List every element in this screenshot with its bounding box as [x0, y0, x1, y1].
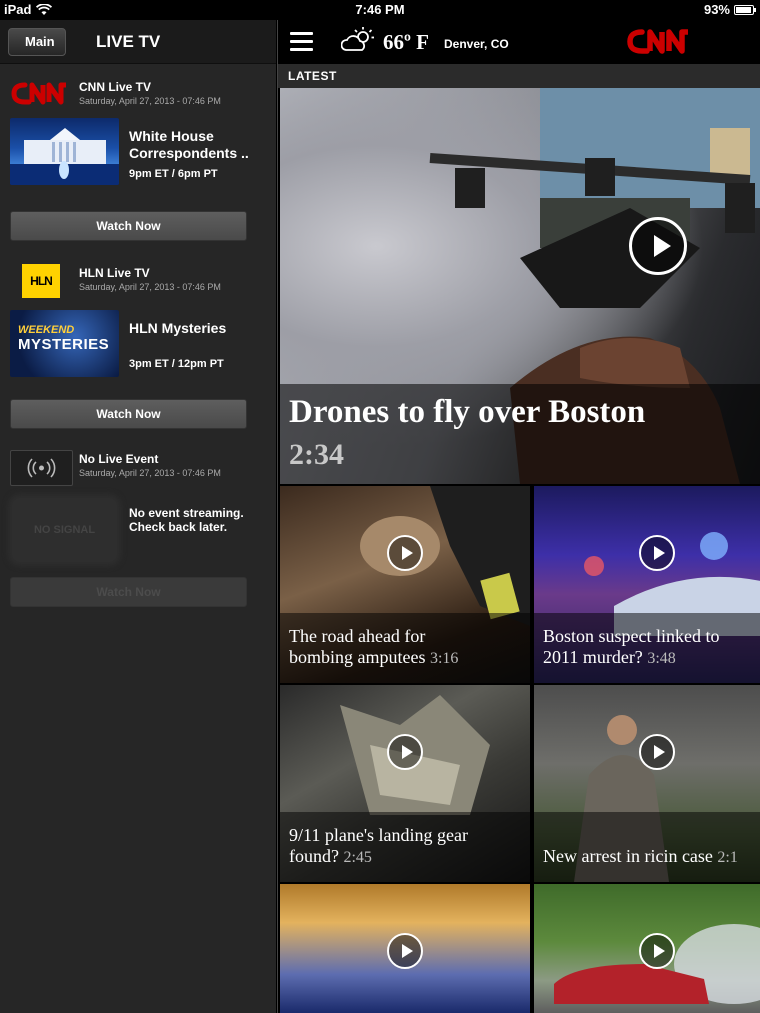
sidebar-header: Main LIVE TV [0, 20, 276, 64]
watch-now-button-disabled: Watch Now [10, 577, 247, 607]
thumbnail-text: MYSTERIES [18, 336, 110, 353]
clock: 7:46 PM [355, 2, 405, 17]
channel-no-event: No Live Event Saturday, April 27, 2013 -… [10, 450, 250, 607]
cnn-logo [11, 82, 66, 105]
channel-date: Saturday, April 27, 2013 - 07:46 PM [79, 282, 221, 292]
video-duration: 2:45 [343, 849, 372, 866]
channel-hln: HLN HLN Live TV Saturday, April 27, 2013… [10, 264, 250, 429]
show-title: HLN Mysteries [129, 320, 227, 336]
section-label: LATEST [288, 69, 337, 83]
battery-icon [734, 4, 756, 15]
play-icon[interactable] [387, 933, 423, 969]
top-bar: 66º F Denver, CO [278, 20, 760, 64]
main-content: 66º F Denver, CO LATEST Drones to fly ov… [277, 20, 760, 1013]
video-title: 9/11 plane's landing gear found? 2:45 [289, 825, 469, 866]
watch-now-button-cnn[interactable]: Watch Now [10, 211, 247, 241]
show-row: NO SIGNAL No event streaming. Check back… [10, 490, 250, 562]
no-event-message: No event streaming. Check back later. [129, 506, 244, 534]
video-tile[interactable]: 9/11 plane's landing gear found? 2:45 [280, 685, 530, 882]
location[interactable]: Denver, CO [444, 37, 509, 51]
show-time: 3pm ET / 12pm PT [129, 358, 224, 370]
channel-date: Saturday, April 27, 2013 - 07:46 PM [79, 96, 221, 106]
video-caption: New arrest in ricin case 2:1 [534, 812, 760, 882]
status-bar: iPad 7:46 PM 93% [0, 0, 760, 20]
video-tile[interactable]: The road ahead for bombing amputees 3:16 [280, 486, 530, 683]
play-icon[interactable] [639, 535, 675, 571]
play-icon[interactable] [629, 217, 687, 275]
hln-logo: HLN [22, 264, 60, 298]
video-caption: The road ahead for bombing amputees 3:16 [280, 613, 530, 683]
featured-title: Drones to fly over Boston [289, 394, 646, 430]
no-signal-placeholder: NO SIGNAL [12, 498, 117, 562]
video-tile[interactable] [280, 884, 530, 1013]
live-tv-sidebar: Main LIVE TV CNN Live TV Saturday, April… [0, 20, 276, 1013]
play-icon[interactable] [639, 933, 675, 969]
channel-cnn: CNN Live TV Saturday, April 27, 2013 - 0… [10, 78, 250, 241]
video-duration: 2:1 [717, 849, 738, 866]
video-duration: 3:16 [429, 650, 459, 667]
video-tile[interactable]: Boston suspect linked to 2011 murder? 3:… [534, 486, 760, 683]
sidebar-title: LIVE TV [96, 32, 161, 51]
video-duration: 3:48 [647, 650, 676, 667]
video-caption: 9/11 plane's landing gear found? 2:45 [280, 812, 530, 882]
broadcast-icon [10, 450, 73, 486]
video-tile[interactable]: New arrest in ricin case 2:1 [534, 685, 760, 882]
show-thumbnail[interactable]: WEEKEND MYSTERIES [10, 310, 119, 377]
video-title: Boston suspect linked to 2011 murder? 3:… [543, 626, 720, 667]
channel-date: Saturday, April 27, 2013 - 07:46 PM [79, 468, 221, 478]
featured-video[interactable]: Drones to fly over Boston 2:34 [280, 88, 760, 484]
play-icon[interactable] [639, 734, 675, 770]
video-caption: Boston suspect linked to 2011 murder? 3:… [534, 613, 760, 683]
main-back-button[interactable]: Main [8, 28, 66, 56]
menu-icon[interactable] [290, 32, 313, 51]
cnn-logo[interactable] [626, 24, 692, 58]
show-time: 9pm ET / 6pm PT [129, 168, 218, 180]
temperature: 66º F [383, 30, 430, 54]
play-icon[interactable] [387, 535, 423, 571]
partly-cloudy-icon [341, 27, 374, 51]
video-tile[interactable] [534, 884, 760, 1013]
section-header: LATEST [278, 64, 760, 88]
show-thumbnail[interactable] [10, 118, 119, 185]
show-row[interactable]: White House Correspondents .. 9pm ET / 6… [10, 118, 250, 188]
watch-now-button-hln[interactable]: Watch Now [10, 399, 247, 429]
play-icon[interactable] [387, 734, 423, 770]
channel-name: CNN Live TV [79, 80, 152, 94]
featured-caption: Drones to fly over Boston 2:34 [280, 384, 760, 484]
video-title: New arrest in ricin case 2:1 [543, 846, 738, 866]
show-title: White House Correspondents .. [129, 128, 249, 161]
show-row[interactable]: WEEKEND MYSTERIES HLN Mysteries 3pm ET /… [10, 310, 250, 380]
channel-name: No Live Event [79, 452, 159, 466]
featured-duration: 2:34 [289, 438, 344, 471]
channel-name: HLN Live TV [79, 266, 150, 280]
thumbnail-text: WEEKEND [18, 324, 75, 336]
battery-percent: 93% [703, 2, 730, 17]
video-title: The road ahead for bombing amputees 3:16 [289, 626, 459, 667]
